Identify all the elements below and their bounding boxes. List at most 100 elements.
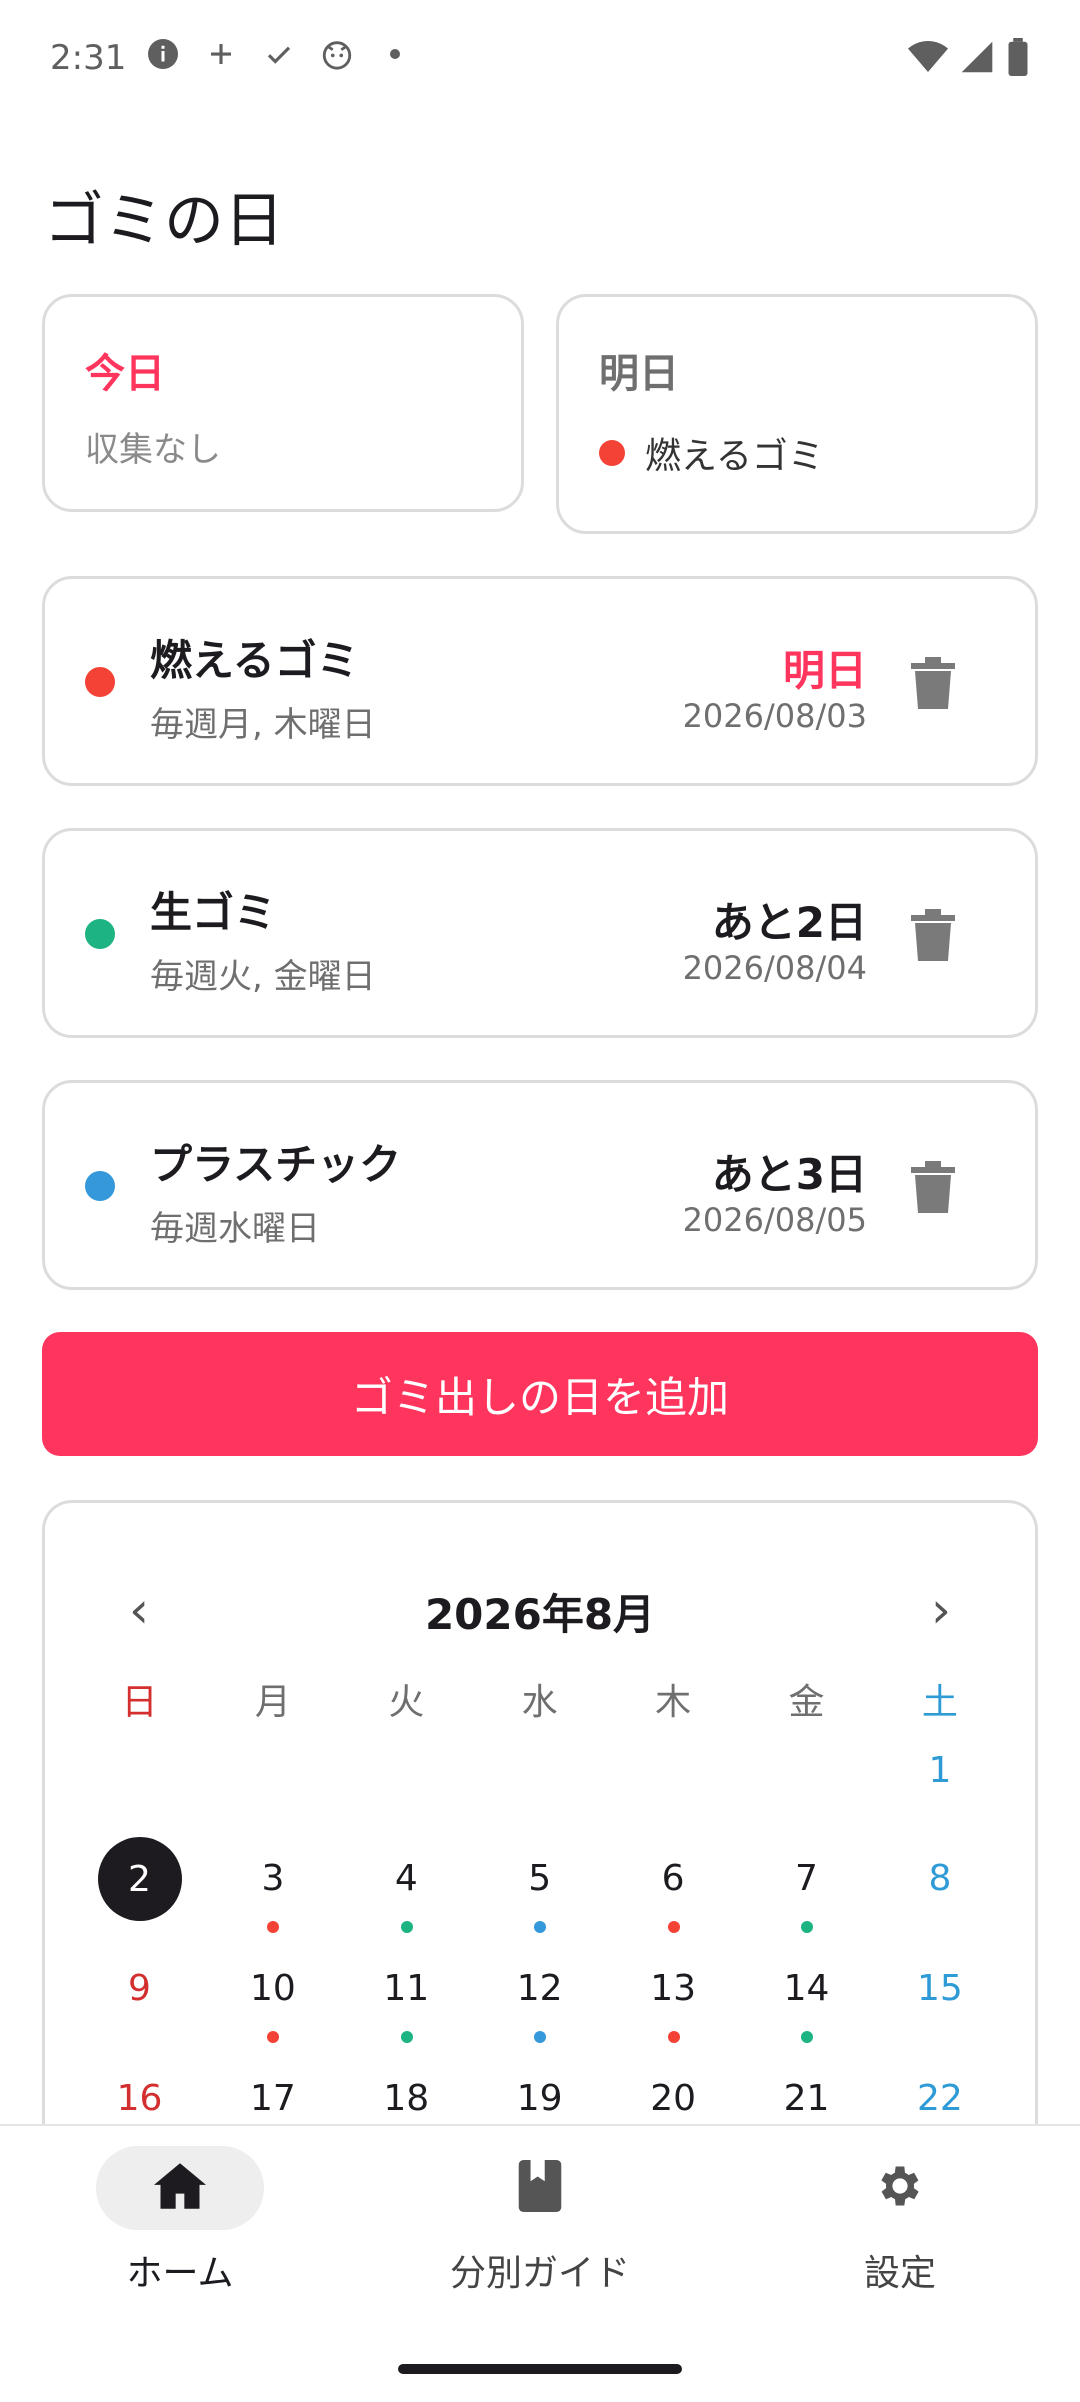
category-name: 燃えるゴミ bbox=[150, 636, 359, 685]
calendar-day-number: 6 bbox=[661, 1858, 685, 1899]
calendar-grid: 日月火水木金土 1 2 3 4 5 6 7 8 9 10 11 12 13 14 15 16 17 18 19 20 21… bbox=[73, 1503, 1007, 2200]
calendar-day-number: 1 bbox=[928, 1750, 952, 1791]
battery-icon bbox=[1006, 38, 1030, 80]
pickup-indicator-dot bbox=[267, 2031, 280, 2043]
calendar-day-number: 12 bbox=[516, 1968, 563, 2009]
next-pickup-date: 2026/08/04 bbox=[682, 949, 867, 987]
nav-icon-container bbox=[456, 2146, 624, 2230]
calendar-weekday-label: 金 bbox=[788, 1682, 825, 1723]
category-name: プラスチック bbox=[150, 1140, 402, 1189]
calendar-day-number: 17 bbox=[249, 2078, 296, 2119]
calendar-day-number: 19 bbox=[516, 2078, 563, 2119]
pickup-indicator-dot bbox=[667, 1921, 680, 1933]
tomorrow-card: 明日 燃えるゴミ bbox=[556, 294, 1038, 534]
calendar-day[interactable]: 9 bbox=[73, 1969, 206, 2059]
tomorrow-item: 燃えるゴミ bbox=[599, 427, 824, 479]
calendar-day[interactable]: 7 bbox=[740, 1859, 873, 1949]
pickup-indicator-dot bbox=[801, 1921, 813, 1933]
pickup-indicator-dot bbox=[534, 2031, 547, 2043]
nav-item-guide[interactable]: 分別ガイド bbox=[360, 2146, 720, 2296]
calendar-day-number: 21 bbox=[783, 2078, 830, 2119]
schedule-card[interactable]: 生ゴミ 毎週火, 金曜日 あと2日 2026/08/04 bbox=[42, 828, 1038, 1038]
calendar-day[interactable]: 13 bbox=[607, 1969, 740, 2059]
gesture-home-indicator[interactable] bbox=[398, 2364, 682, 2374]
add-pickup-day-button[interactable]: ゴミ出しの日を追加 bbox=[42, 1332, 1038, 1456]
calendar-day-number: 15 bbox=[916, 1968, 963, 2009]
delete-trash-icon[interactable] bbox=[911, 1161, 955, 1213]
bottom-navigation: ホーム 分別ガイド 設定 bbox=[0, 2124, 1080, 2402]
calendar-weekday-label: 日 bbox=[121, 1682, 158, 1723]
calendar-weekday-label: 月 bbox=[254, 1682, 291, 1723]
today-status: 収集なし bbox=[85, 430, 221, 470]
tomorrow-item-color-dot bbox=[599, 440, 625, 466]
calendar-day[interactable]: 10 bbox=[206, 1969, 339, 2059]
pickup-indicator-dot bbox=[667, 2031, 680, 2043]
calendar-weekday-label: 木 bbox=[655, 1682, 692, 1723]
next-pickup-date: 2026/08/05 bbox=[682, 1201, 867, 1239]
calendar-day-today[interactable]: 2 bbox=[73, 1837, 206, 1949]
calendar-day-number: 22 bbox=[916, 2078, 963, 2119]
schedule-card[interactable]: プラスチック 毎週水曜日 あと3日 2026/08/05 bbox=[42, 1080, 1038, 1290]
home-icon bbox=[154, 2163, 206, 2213]
face-icon bbox=[319, 36, 355, 72]
info-icon bbox=[145, 36, 181, 72]
calendar-day-number: 14 bbox=[783, 1968, 830, 2009]
category-rule: 毎週月, 木曜日 bbox=[150, 705, 376, 745]
today-card: 今日 収集なし bbox=[42, 294, 524, 512]
calendar-day-number: 5 bbox=[528, 1858, 552, 1899]
category-color-dot bbox=[85, 1171, 115, 1201]
book-icon bbox=[518, 2160, 562, 2216]
category-rule: 毎週火, 金曜日 bbox=[150, 957, 376, 997]
nav-label: 分別ガイド bbox=[449, 2253, 630, 2294]
pickup-indicator-dot bbox=[267, 1921, 280, 1933]
page-title: ゴミの日 bbox=[44, 186, 284, 256]
nav-item-settings[interactable]: 設定 bbox=[720, 2146, 1080, 2296]
calendar-day-number: 4 bbox=[394, 1858, 418, 1899]
calendar-day-number: 16 bbox=[116, 2078, 163, 2119]
calendar-day[interactable]: 8 bbox=[873, 1859, 1006, 1949]
today-title: 今日 bbox=[85, 351, 165, 397]
calendar-day-number: 20 bbox=[650, 2078, 696, 2119]
calendar-day[interactable]: 4 bbox=[340, 1859, 473, 1949]
calendar-day[interactable]: 15 bbox=[873, 1969, 1006, 2059]
calendar-weekday-label: 土 bbox=[921, 1682, 958, 1723]
calendar-day[interactable]: 12 bbox=[473, 1969, 606, 2059]
delete-trash-icon[interactable] bbox=[911, 909, 955, 961]
category-rule: 毎週水曜日 bbox=[150, 1209, 320, 1249]
delete-trash-icon[interactable] bbox=[911, 657, 955, 709]
category-name: 生ゴミ bbox=[150, 888, 277, 937]
calendar-day[interactable]: 5 bbox=[473, 1859, 606, 1949]
nav-icon-container bbox=[816, 2146, 984, 2230]
calendar-day-number: 13 bbox=[650, 1968, 696, 2009]
calendar-day-number: 10 bbox=[249, 1968, 296, 2009]
pickup-indicator-dot bbox=[400, 2031, 413, 2043]
gear-icon bbox=[874, 2160, 926, 2216]
next-pickup-relative: あと2日 bbox=[711, 898, 867, 947]
calendar-day-number: 3 bbox=[261, 1858, 285, 1899]
calendar-day[interactable]: 11 bbox=[340, 1969, 473, 2059]
nav-label: 設定 bbox=[863, 2253, 936, 2294]
notification-icons bbox=[145, 36, 413, 72]
calendar-day-number: 11 bbox=[383, 1968, 430, 2009]
calendar-day[interactable]: 6 bbox=[607, 1859, 740, 1949]
nav-active-indicator bbox=[96, 2146, 264, 2230]
calendar-day[interactable]: 14 bbox=[740, 1969, 873, 2059]
calendar-day-number: 8 bbox=[928, 1858, 952, 1899]
calendar-day[interactable]: 3 bbox=[206, 1859, 339, 1949]
calendar-day-number: 2 bbox=[97, 1837, 182, 1921]
calendar-day-number: 18 bbox=[383, 2078, 430, 2119]
nav-item-home[interactable]: ホーム bbox=[0, 2146, 360, 2296]
calendar-day[interactable]: 1 bbox=[873, 1751, 1006, 1841]
schedule-card[interactable]: 燃えるゴミ 毎週月, 木曜日 明日 2026/08/03 bbox=[42, 576, 1038, 786]
pickup-indicator-dot bbox=[801, 2031, 813, 2043]
plus-icon bbox=[203, 36, 239, 72]
status-time: 2:31 bbox=[50, 38, 127, 78]
calendar-card: ‹ 2026年8月 › 日月火水木金土 1 2 3 4 5 6 7 8 9 10 11 12 13 14 15… bbox=[42, 1500, 1038, 2200]
calendar-weekday-label: 水 bbox=[521, 1682, 558, 1723]
signal-icon bbox=[960, 40, 994, 78]
wifi-icon bbox=[908, 40, 948, 78]
next-pickup-relative: 明日 bbox=[782, 646, 867, 695]
calendar-weekday-label: 火 bbox=[388, 1682, 425, 1723]
next-pickup-relative: あと3日 bbox=[711, 1150, 867, 1199]
dot-icon bbox=[377, 36, 413, 72]
